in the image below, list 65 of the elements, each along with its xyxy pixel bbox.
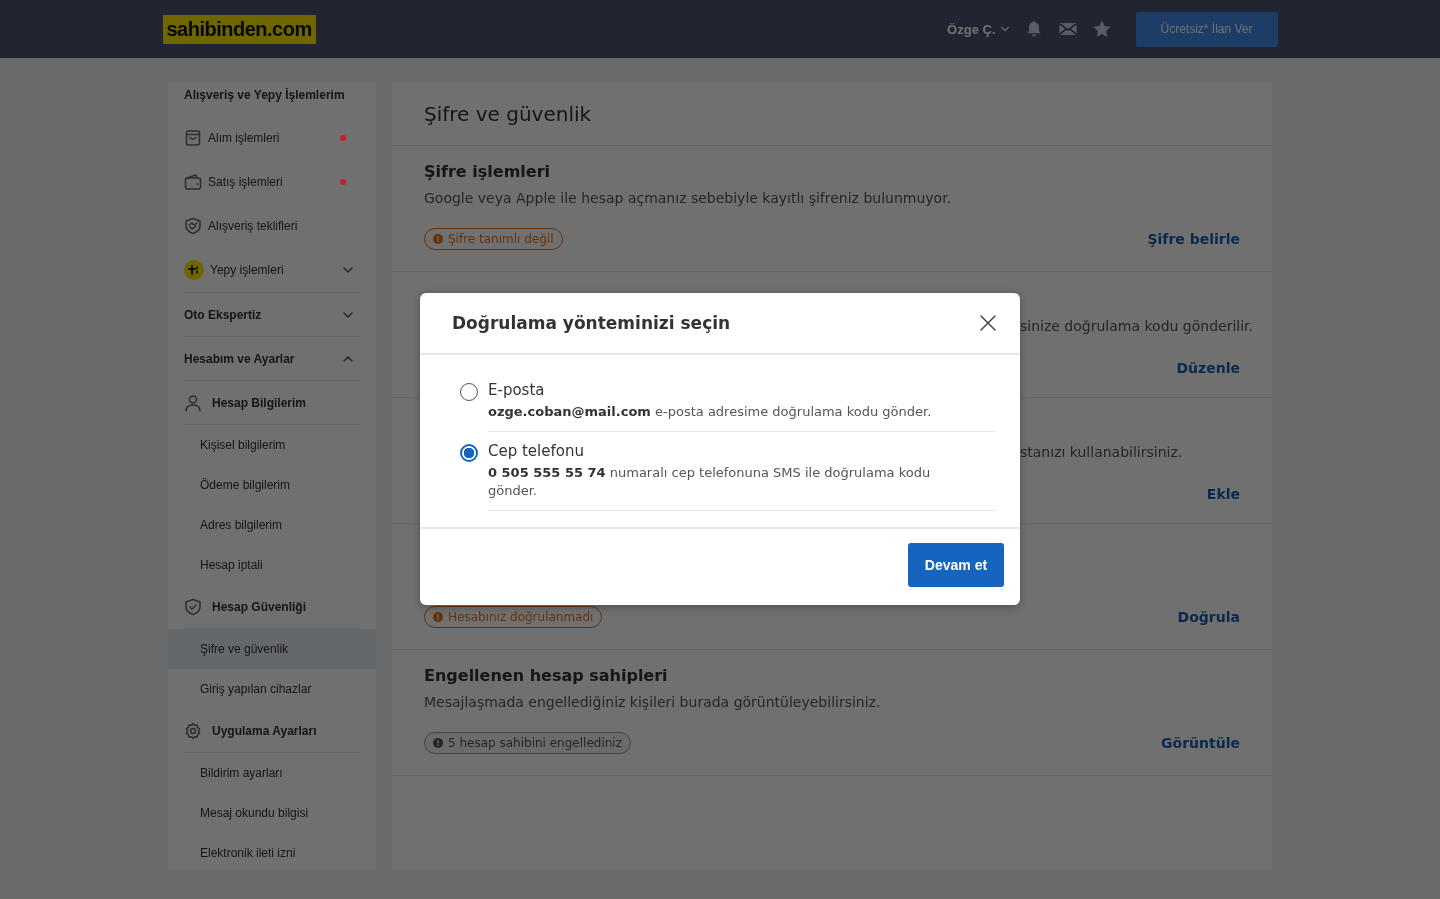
sidebar-link[interactable]: Hesap iptali (184, 545, 360, 585)
continue-button[interactable]: Devam et (908, 543, 1004, 587)
option-description: 0 505 555 55 74 numaralı cep telefonuna SMS ile doğrulama kodu gönder. (488, 464, 932, 500)
action-link[interactable]: Görüntüle (1161, 735, 1240, 751)
post-ad-button[interactable]: Ücretsiz* İlan Ver (1135, 11, 1278, 47)
sidebar-link[interactable]: Ödeme bilgilerim (184, 465, 360, 505)
sidebar-item[interactable]: Satış işlemleri (184, 160, 360, 204)
sidebar-label: Uygulama Ayarları (212, 723, 318, 738)
section-description: Mesajlaşmada engellediğiniz kişileri burada görüntüleyebilirsiniz. (424, 694, 882, 712)
option-label[interactable]: Cep telefonu (488, 442, 996, 460)
sidebar-label: Hesap Güvenliği (212, 599, 308, 614)
sidebar-link[interactable]: Adres bilgilerim (184, 505, 360, 545)
page-title: Şifre ve güvenlik (392, 82, 1272, 146)
shield-check-icon (184, 597, 202, 616)
section-description: stanızı kullanabilirsiniz. (1020, 444, 1183, 462)
section-title: Engellenen hesap sahipleri (424, 666, 669, 687)
warning-icon (433, 234, 443, 244)
bag-icon (184, 129, 202, 147)
radio-button[interactable] (460, 444, 478, 462)
info-icon (433, 738, 443, 748)
sidebar-link[interactable]: Bildirim ayarları (184, 753, 360, 793)
sidebar-section[interactable]: Alışveriş ve Yepy İşlemlerim (184, 84, 360, 106)
sidebar-group[interactable]: Hesap Bilgilerim (184, 381, 360, 425)
action-link[interactable]: Düzenle (1176, 360, 1240, 376)
option-description: ozge.coban@mail.com e-posta adresime doğrulama kodu gönder. (488, 403, 933, 421)
wallet-icon (184, 173, 202, 191)
sidebar-link[interactable]: Elektronik ileti izni (184, 833, 360, 870)
sidebar-label: Hesabım ve Ayarlar (184, 351, 296, 366)
tag-label: Hesabınız doğrulanmadı (448, 610, 594, 624)
sidebar-link[interactable]: Mesaj okundu bilgisi (184, 793, 360, 833)
close-icon[interactable] (978, 313, 998, 333)
sidebar-group[interactable]: Uygulama Ayarları (184, 709, 360, 753)
sidebar-label: Satış işlemleri (208, 175, 284, 189)
section-description: Google veya Apple ile hesap açmanız sebebiyle kayıtlı şifreniz bulunmuyor. (424, 190, 953, 208)
sidebar-label: Alım işlemleri (208, 131, 281, 145)
sidebar-label: Hesap Bilgilerim (212, 395, 308, 410)
sidebar-label: Yepy işlemleri (210, 263, 285, 277)
shield-handshake-icon (184, 217, 202, 235)
user-menu[interactable]: Özge Ç. (947, 21, 1010, 37)
action-link[interactable]: Şifre belirle (1147, 231, 1240, 247)
action-link[interactable]: Ekle (1206, 486, 1240, 502)
tag-label: Şifre tanımlı değil (448, 232, 554, 246)
chevron-icon[interactable] (342, 264, 354, 276)
gear-icon (184, 721, 202, 740)
site-logo[interactable]: sahibinden.com (162, 14, 316, 44)
tag-label: 5 hesap sahibini engellediniz (448, 736, 622, 750)
chevron-icon (999, 24, 1010, 34)
sidebar-link[interactable]: Şifre ve güvenlik (168, 629, 376, 669)
sidebar-item[interactable]: Alım işlemleri (184, 116, 360, 160)
sidebar-link[interactable]: Kişisel bilgilerim (184, 425, 360, 465)
sidebar-label: Alışveriş teklifleri (208, 219, 299, 233)
sidebar-label: Oto Ekspertiz (184, 307, 263, 322)
option-label[interactable]: E-posta (488, 381, 996, 399)
sidebar-section[interactable]: Oto Ekspertiz (184, 293, 360, 337)
sidebar-section[interactable]: Hesabım ve Ayarlar (184, 337, 360, 381)
section-title: Şifre işlemleri (424, 162, 551, 183)
star-icon[interactable] (1091, 19, 1112, 39)
section-description: sinize doğrulama kodu gönderilir. (1020, 318, 1254, 336)
warning-icon (433, 612, 443, 622)
sidebar-item[interactable]: Alışveriş teklifleri (184, 204, 360, 248)
action-link[interactable]: Doğrula (1177, 609, 1240, 625)
sidebar-link[interactable]: Giriş yapılan cihazlar (184, 669, 360, 709)
dialog-title: Doğrulama yönteminizi seçin (452, 313, 731, 333)
person-icon (184, 393, 202, 412)
yepy-logo-icon (184, 260, 204, 280)
